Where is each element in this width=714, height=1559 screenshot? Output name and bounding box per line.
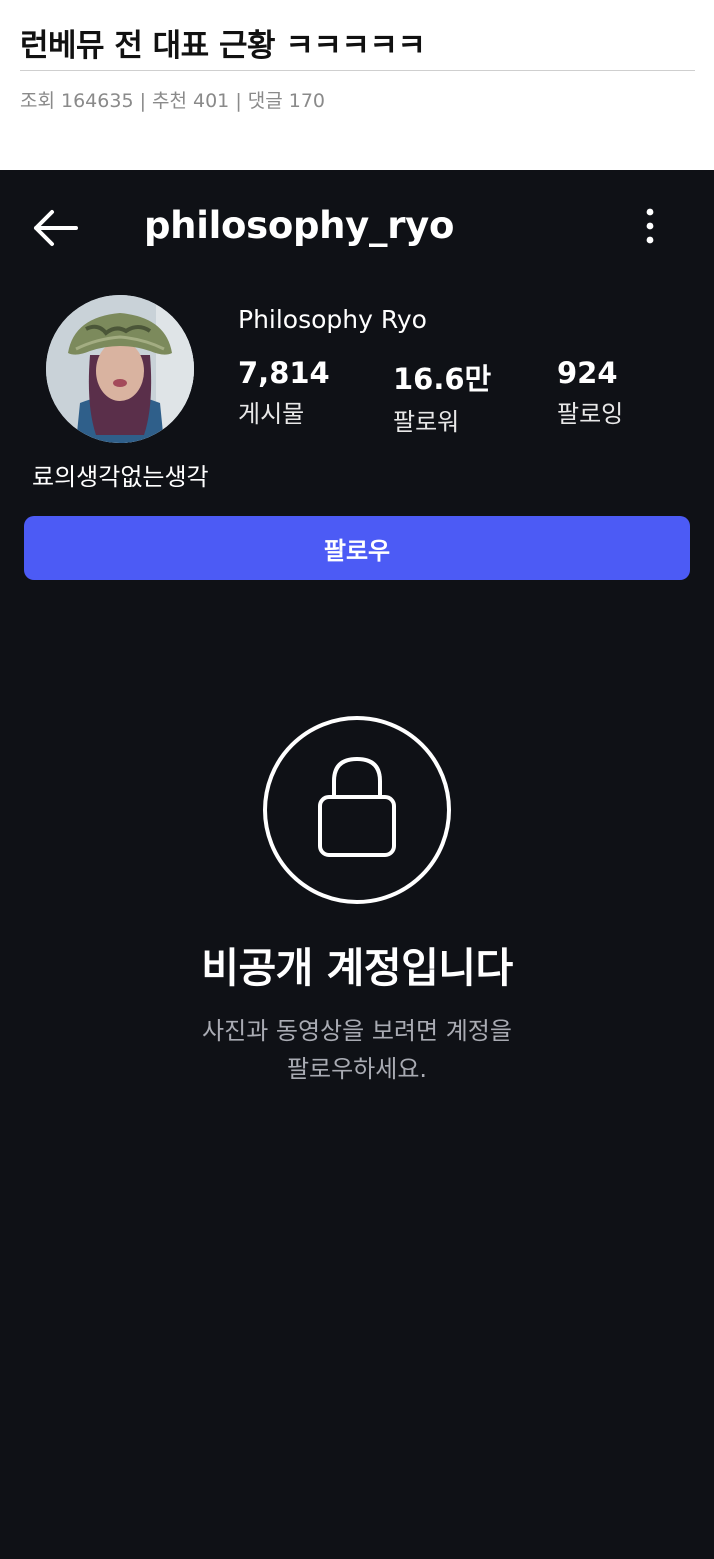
profile-username: philosophy_ryo	[144, 204, 455, 247]
profile-avatar[interactable]	[46, 295, 194, 443]
title-divider	[20, 70, 695, 71]
follow-button[interactable]: 팔로우	[24, 516, 690, 580]
avatar-image	[46, 295, 194, 443]
post-meta: 조회 164635 | 추천 401 | 댓글 170	[20, 90, 326, 112]
followers-count: 16.6만	[393, 362, 492, 396]
posts-count: 7,814	[238, 356, 330, 390]
following-count: 924	[557, 356, 618, 390]
private-account-title: 비공개 계정입니다	[201, 944, 513, 992]
followers-label: 팔로워	[393, 408, 460, 436]
stat-posts[interactable]: 7,814 게시물	[238, 356, 330, 429]
lock-icon	[263, 716, 451, 904]
stat-followers[interactable]: 16.6만 팔로워	[393, 356, 491, 437]
posts-label: 게시물	[238, 400, 305, 428]
more-vertical-icon[interactable]	[630, 206, 670, 246]
instagram-profile-screenshot: philosophy_ryo Philosophy Ryo 7,814 게시물 …	[0, 170, 714, 1559]
private-account-description: 사진과 동영상을 보려면 계정을 팔로우하세요.	[157, 1012, 557, 1088]
following-label: 팔로잉	[557, 400, 624, 428]
description-line-2: 팔로우하세요.	[286, 1055, 428, 1083]
description-line-1: 사진과 동영상을 보려면 계정을	[202, 1017, 512, 1045]
profile-display-name: Philosophy Ryo	[238, 305, 427, 334]
arrow-left-icon[interactable]	[30, 206, 82, 250]
stat-following[interactable]: 924 팔로잉	[557, 356, 623, 429]
profile-bio: 료의생각없는생각	[32, 463, 209, 491]
post-header: 런베뮤 전 대표 근황 ㅋㅋㅋㅋㅋ 조회 164635 | 추천 401 | 댓…	[0, 0, 714, 170]
post-title: 런베뮤 전 대표 근황 ㅋㅋㅋㅋㅋ	[20, 28, 426, 64]
